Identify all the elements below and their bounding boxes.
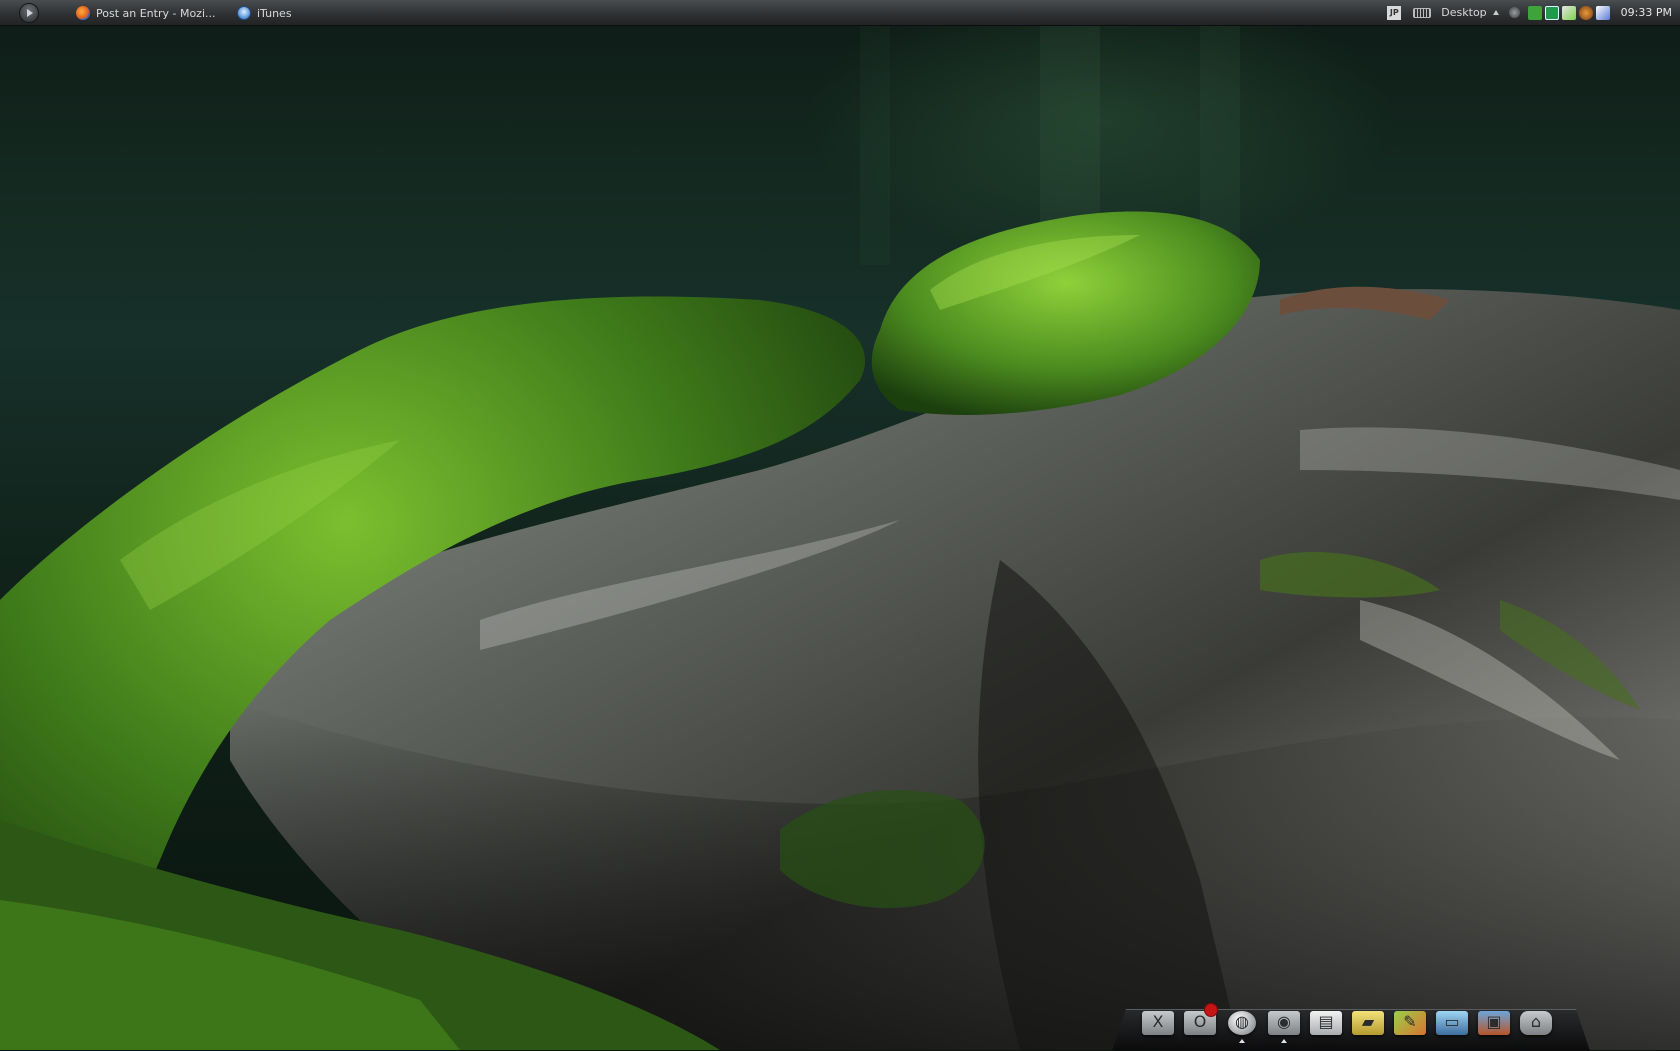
dock-item-photo[interactable]: ▣: [1476, 1005, 1512, 1037]
task-button-firefox[interactable]: Post an Entry - Mozi...: [76, 5, 216, 21]
system-tray: JP Desktop 09:33 PM: [1387, 0, 1680, 25]
paint-icon: ✎: [1403, 1012, 1417, 1031]
task-label: Post an Entry - Mozi...: [96, 6, 216, 20]
network-icon[interactable]: [1527, 5, 1542, 20]
keyboard-icon[interactable]: [1413, 7, 1432, 18]
running-indicator: [1281, 1039, 1287, 1043]
dock-item-terminal[interactable]: ▭: [1434, 1005, 1470, 1037]
dock-item-x11[interactable]: X: [1140, 1005, 1176, 1037]
chat-icon[interactable]: [1561, 5, 1576, 20]
dock-item-globe[interactable]: ◍: [1224, 1005, 1260, 1043]
desktop-label[interactable]: Desktop: [1441, 6, 1486, 19]
x11-icon: X: [1152, 1012, 1164, 1031]
clock[interactable]: 09:33 PM: [1621, 6, 1672, 19]
chevron-up-icon[interactable]: [1492, 10, 1499, 15]
dock-item-paint[interactable]: ✎: [1392, 1005, 1428, 1037]
ime-indicator[interactable]: JP: [1387, 5, 1402, 20]
wallpaper-art: [0, 25, 1680, 1050]
badge-icon: [1204, 1003, 1218, 1017]
globe-icon: ◍: [1235, 1012, 1249, 1031]
itunes-icon: [237, 6, 251, 20]
document-icon: ▤: [1318, 1012, 1334, 1031]
running-indicator: [1239, 1039, 1245, 1043]
disc-icon: ◉: [1277, 1012, 1291, 1031]
menu-button[interactable]: [19, 3, 39, 23]
firefox-icon: [76, 6, 90, 20]
dock-item-folder[interactable]: ▰: [1350, 1005, 1386, 1037]
mail-icon[interactable]: [1595, 5, 1610, 20]
trash-icon: ⌂: [1530, 1012, 1542, 1031]
dock-item-trash[interactable]: ⌂: [1518, 1005, 1554, 1037]
clipboard-icon[interactable]: [1578, 5, 1593, 20]
photo-icon: ▣: [1486, 1012, 1502, 1031]
dock: X O ◍ ◉ ▤ ▰ ✎ ▭ ▣ ⌂: [1112, 1003, 1590, 1051]
volume-icon[interactable]: [1508, 7, 1520, 18]
terminal-icon: ▭: [1444, 1012, 1460, 1031]
dock-item-media[interactable]: ◉: [1266, 1005, 1302, 1043]
dock-item-opera[interactable]: O: [1182, 1003, 1218, 1037]
dock-item-document[interactable]: ▤: [1308, 1005, 1344, 1037]
folder-icon: ▰: [1361, 1012, 1375, 1031]
update-icon[interactable]: [1544, 5, 1559, 20]
top-panel: Post an Entry - Mozi... iTunes JP Deskto…: [0, 0, 1680, 26]
task-label: iTunes: [257, 6, 292, 20]
task-button-itunes[interactable]: iTunes: [237, 5, 292, 21]
desktop-wallpaper: [0, 0, 1680, 1050]
